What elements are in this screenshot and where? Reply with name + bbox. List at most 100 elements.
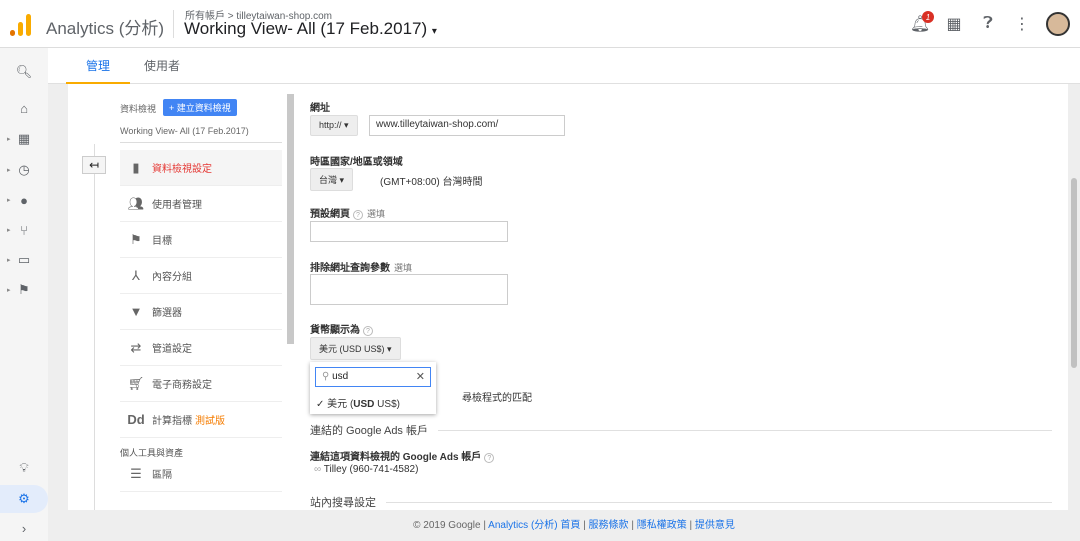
- copyright: © 2019 Google |: [413, 520, 489, 531]
- ads-link-label: 連結這項資料檢視的 Google Ads 帳戶?: [310, 448, 495, 463]
- document-icon: ▮: [132, 159, 140, 175]
- timezone-label: 時區國家/地區或領域: [310, 157, 403, 168]
- nav-goals[interactable]: ⚑ 目標: [120, 222, 282, 258]
- footer-link-privacy[interactable]: 隱私權政策: [637, 520, 687, 531]
- default-page-input[interactable]: [310, 221, 508, 242]
- dd-icon: Dd: [127, 412, 145, 427]
- notification-badge: 1: [922, 11, 934, 23]
- nav-label: 使用者管理: [152, 200, 202, 211]
- tab-bar: 管理 使用者: [48, 48, 1080, 84]
- default-page-label: 預設網頁? 選填: [310, 209, 386, 220]
- footer-link-feedback[interactable]: 提供意見: [695, 520, 735, 531]
- left-rail: 🔍︎ ⌂ ▸ ▦ ▸ ◷ ▸ ● ▸ ⑂ ▸ ▭ ▸ ⚑ 💡︎ ⚙ ›: [0, 48, 48, 541]
- divider: [94, 144, 95, 510]
- page-scrollbar[interactable]: [1071, 178, 1077, 368]
- conversions-icon[interactable]: ▸ ⚑: [7, 278, 38, 302]
- admin-gear-icon[interactable]: ⚙: [0, 485, 48, 513]
- check-icon: ✓: [316, 399, 325, 410]
- back-arrow-icon[interactable]: ↤: [82, 156, 106, 174]
- url-label: 網址: [310, 103, 330, 114]
- nav-view-settings[interactable]: ▮ 資料檢視設定: [120, 150, 282, 186]
- expand-chevron-icon[interactable]: ›: [10, 516, 38, 540]
- divider: [173, 10, 174, 38]
- view-label: 資料檢視: [120, 104, 157, 114]
- column-scrollbar[interactable]: [287, 94, 294, 344]
- customization-icon[interactable]: ▸ ▦: [7, 127, 38, 151]
- url-input[interactable]: www.tilleytaiwan-shop.com/: [369, 115, 565, 136]
- notifications-icon[interactable]: 🔔︎ 1: [910, 11, 934, 34]
- nav-label: 電子商務設定: [152, 380, 212, 391]
- timezone-select[interactable]: (GMT+08:00) 台灣時間: [380, 173, 483, 188]
- site-search-section-header: 站內搜尋設定: [310, 494, 1052, 510]
- admin-panel: ↤ 資料檢視 + 建立資料檢視 Working View- All (17 Fe…: [68, 84, 1068, 510]
- grouping-icon: ⅄: [132, 267, 140, 283]
- nav-filters[interactable]: ▼ 篩選器: [120, 294, 282, 330]
- country-value: 台灣: [319, 175, 338, 185]
- analytics-logo[interactable]: [10, 12, 34, 36]
- users-icon: 👥︎: [127, 195, 145, 211]
- ads-account: ∞ Tilley (960-741-4582): [314, 464, 419, 475]
- currency-search-input[interactable]: ⚲ usd ✕: [315, 367, 431, 387]
- nav-ecommerce-settings[interactable]: 🛒︎ 電子商務設定: [120, 366, 282, 402]
- bot-filter-text: 尋檢程式的匹配: [462, 393, 532, 404]
- clear-icon[interactable]: ✕: [416, 370, 425, 383]
- nav-content-grouping[interactable]: ⅄ 內容分組: [120, 258, 282, 294]
- nav-label: 篩選器: [152, 308, 182, 319]
- help-icon[interactable]: ?: [363, 326, 373, 336]
- exclude-params-label: 排除網址查詢參數 選填: [310, 263, 413, 274]
- nav-label: 資料檢視設定: [152, 164, 212, 175]
- search-icon: ⚲: [322, 371, 330, 382]
- help-icon[interactable]: ?: [484, 453, 495, 463]
- nav-label: 目標: [152, 236, 172, 247]
- lightbulb-icon[interactable]: 💡︎: [10, 456, 38, 480]
- nav-segments[interactable]: ☰ 區隔: [120, 456, 282, 492]
- link-icon: ∞: [314, 464, 322, 475]
- tab-user[interactable]: 使用者: [124, 48, 200, 84]
- currency-label: 貨幣顯示為?: [310, 321, 373, 336]
- nav-user-management[interactable]: 👥︎ 使用者管理: [120, 186, 282, 222]
- view-title: Working View- All (17 Feb.2017): [184, 19, 428, 38]
- tab-admin[interactable]: 管理: [66, 48, 131, 84]
- segments-icon: ☰: [130, 465, 142, 481]
- currency-select[interactable]: 美元 (USD US$) ▾: [310, 337, 401, 360]
- nav-label: 計算指標: [152, 416, 192, 427]
- nav-label: 區隔: [152, 470, 172, 481]
- nav-label: 內容分組: [152, 272, 192, 283]
- protocol-select[interactable]: http:// ▾: [310, 115, 358, 136]
- currency-value: 美元 (USD US$): [319, 344, 385, 354]
- acquisition-icon[interactable]: ▸ ⑂: [7, 218, 38, 242]
- nav-label: 管道設定: [152, 344, 192, 355]
- apps-grid-icon[interactable]: ▦: [944, 14, 964, 34]
- beta-badge: 測試版: [195, 416, 225, 427]
- nav-channel-settings[interactable]: ⇄ 管道設定: [120, 330, 282, 366]
- cart-icon: 🛒︎: [127, 375, 145, 391]
- filter-icon: ▼: [129, 304, 143, 319]
- footer-link-home[interactable]: Analytics (分析) 首頁: [488, 520, 580, 531]
- more-vert-icon[interactable]: ⋮: [1012, 14, 1032, 34]
- view-name: Working View- All (17 Feb.2017): [120, 126, 282, 143]
- help-icon[interactable]: ?: [353, 210, 363, 220]
- footer-link-terms[interactable]: 服務條款: [589, 520, 629, 531]
- home-icon[interactable]: ⌂: [10, 96, 38, 120]
- view-selector[interactable]: Working View- All (17 Feb.2017) ▾: [184, 19, 437, 39]
- create-view-button[interactable]: + 建立資料檢視: [163, 99, 237, 116]
- nav-calculated-metrics[interactable]: Dd 計算指標 測試版: [120, 402, 282, 438]
- ads-section-header: 連結的 Google Ads 帳戶: [310, 422, 1052, 438]
- exclude-params-textarea[interactable]: [310, 274, 508, 305]
- channel-icon: ⇄: [130, 339, 142, 355]
- avatar[interactable]: [1046, 12, 1070, 36]
- search-value: usd: [332, 371, 349, 382]
- audience-icon[interactable]: ▸ ●: [7, 188, 38, 212]
- app-title: Analytics (分析): [46, 19, 165, 38]
- currency-option-usd[interactable]: ✓ 美元 (USD US$): [316, 395, 400, 410]
- realtime-icon[interactable]: ▸ ◷: [7, 158, 38, 182]
- top-bar: Analytics (分析) 所有帳戶 > tilleytaiwan-shop.…: [0, 0, 1080, 48]
- flag-icon: ⚑: [130, 231, 142, 247]
- help-icon[interactable]: ❓︎: [978, 14, 998, 34]
- currency-dropdown: ⚲ usd ✕ ✓ 美元 (USD US$): [310, 362, 436, 414]
- caret-down-icon: ▾: [431, 26, 437, 37]
- country-select[interactable]: 台灣 ▾: [310, 168, 354, 191]
- search-icon[interactable]: 🔍︎: [10, 60, 38, 84]
- footer: © 2019 Google | Analytics (分析) 首頁 | 服務條款…: [413, 520, 735, 531]
- behavior-icon[interactable]: ▸ ▭: [7, 248, 38, 272]
